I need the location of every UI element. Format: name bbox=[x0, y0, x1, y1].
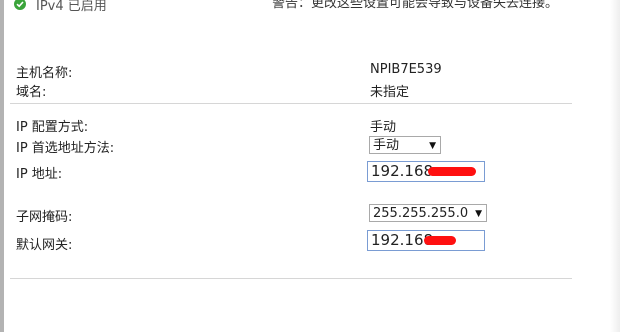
ip-address-label: IP 地址: bbox=[16, 167, 63, 182]
section-divider bbox=[10, 103, 572, 104]
redaction-mark bbox=[424, 236, 456, 245]
right-edge bbox=[610, 0, 620, 332]
preferred-address-method-label: IP 首选地址方法: bbox=[16, 141, 115, 156]
preferred-address-method-selected: 手动 bbox=[373, 138, 400, 153]
caret-down-icon: ▼ bbox=[475, 209, 482, 219]
hostname-label: 主机名称: bbox=[16, 66, 73, 81]
redaction-mark bbox=[428, 167, 476, 176]
ip-config-method-label: IP 配置方式: bbox=[16, 120, 89, 135]
ipv4-status-label: IPv4 已启用 bbox=[36, 0, 107, 14]
subnet-mask-selected: 255.255.255.0 bbox=[373, 206, 469, 221]
warning-text: 警告：更改这些设置可能会导致与设备失去连接。 bbox=[272, 0, 559, 11]
check-circle-icon bbox=[14, 0, 26, 10]
subnet-mask-select[interactable]: 255.255.255.0 ▼ bbox=[369, 204, 487, 222]
default-gateway-label: 默认网关: bbox=[16, 238, 73, 253]
preferred-address-method-select[interactable]: 手动 ▼ bbox=[369, 136, 441, 154]
domain-value: 未指定 bbox=[370, 85, 410, 100]
domain-label: 域名: bbox=[16, 85, 47, 100]
caret-down-icon: ▼ bbox=[429, 141, 436, 151]
left-scroll-edge bbox=[0, 0, 4, 332]
section-divider bbox=[10, 278, 572, 279]
ip-config-method-value: 手动 bbox=[370, 120, 397, 135]
ipv4-status: IPv4 已启用 bbox=[14, 0, 107, 14]
subnet-mask-label: 子网掩码: bbox=[16, 210, 73, 225]
hostname-value: NPIB7E539 bbox=[370, 62, 442, 77]
